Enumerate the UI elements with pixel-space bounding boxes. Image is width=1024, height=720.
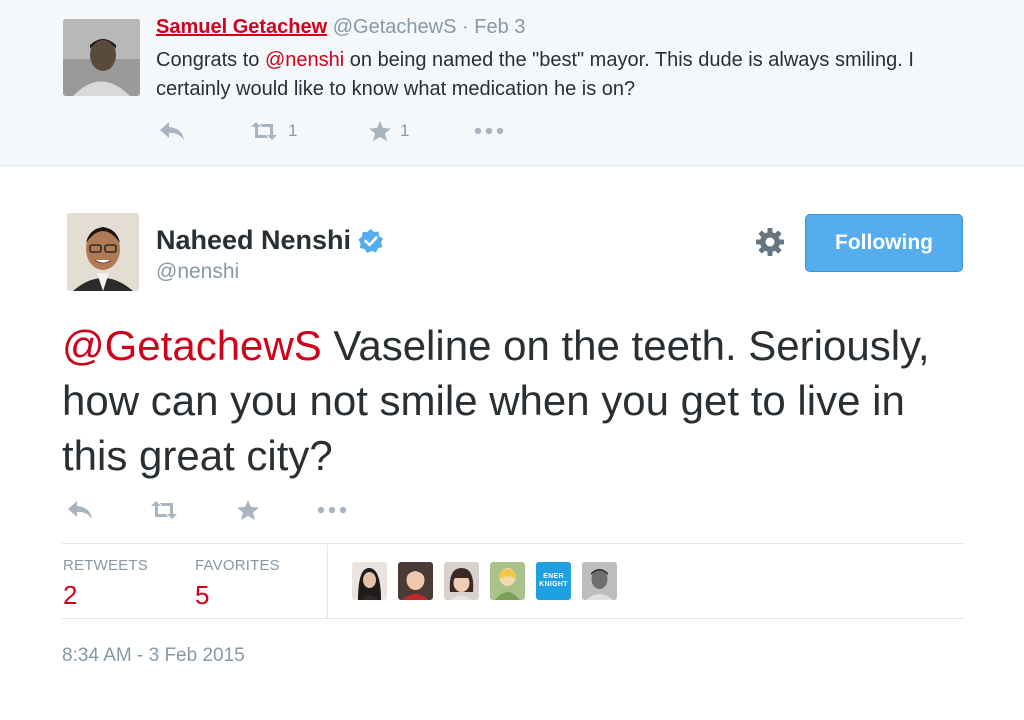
tweet-mention-link[interactable]: @GetachewS: [62, 322, 322, 369]
favoriter-avatar-2[interactable]: [398, 562, 433, 600]
reply-more-button[interactable]: [473, 126, 505, 136]
tweet-more-button[interactable]: [316, 505, 348, 515]
stats-bottom-divider: [62, 618, 964, 619]
tweet-actions: [66, 499, 348, 521]
reply-icon: [66, 499, 94, 521]
reply-text: Congrats to @nenshi on being named the "…: [156, 46, 976, 104]
reply-favorite-count: 1: [400, 121, 410, 140]
following-button[interactable]: Following: [805, 214, 963, 272]
retweet-icon: [148, 499, 180, 521]
reply-header: Samuel Getachew @GetachewS · Feb 3: [156, 16, 525, 39]
main-author-name-row: Naheed Nenshi: [156, 225, 384, 256]
favoriter-avatar-5-logo-text: ENER KNIGHT: [539, 573, 568, 588]
reply-reply-button[interactable]: [158, 120, 248, 142]
tweet-retweet-button[interactable]: [148, 499, 236, 521]
stats-separator: [327, 545, 328, 618]
reply-author-handle[interactable]: @GetachewS: [333, 16, 457, 38]
parent-tweet[interactable]: Samuel Getachew @GetachewS · Feb 3 Congr…: [0, 0, 1024, 166]
more-icon: [316, 505, 348, 515]
stats-top-divider: [62, 543, 964, 544]
reply-date[interactable]: Feb 3: [474, 16, 525, 38]
gear-icon[interactable]: [755, 227, 785, 257]
more-icon: [473, 126, 505, 136]
favoriter-avatar-6[interactable]: [582, 562, 617, 600]
favorite-icon: [368, 120, 392, 142]
reply-icon: [158, 120, 186, 142]
favoriter-avatar-5[interactable]: ENER KNIGHT: [536, 562, 571, 600]
favorite-icon: [236, 499, 260, 521]
reply-text-before: Congrats to: [156, 49, 265, 71]
reply-author-name[interactable]: Samuel Getachew: [156, 16, 327, 38]
reply-mention-link[interactable]: @nenshi: [265, 49, 344, 71]
reply-actions: 1 1: [158, 120, 505, 142]
favoriter-avatar-3[interactable]: [444, 562, 479, 600]
main-author-name[interactable]: Naheed Nenshi: [156, 225, 351, 256]
favoriter-avatar-4[interactable]: [490, 562, 525, 600]
retweets-count[interactable]: 2: [63, 580, 77, 611]
tweet-favorite-button[interactable]: [236, 499, 316, 521]
reply-retweet-button[interactable]: 1: [248, 120, 368, 142]
retweet-icon: [248, 120, 280, 142]
main-author-avatar[interactable]: [67, 213, 139, 291]
favoriter-avatar-1[interactable]: [352, 562, 387, 600]
reply-favorite-button[interactable]: 1: [368, 120, 473, 142]
reply-separator: ·: [462, 16, 469, 38]
main-author-handle[interactable]: @nenshi: [156, 260, 239, 284]
retweets-label[interactable]: RETWEETS: [63, 557, 148, 574]
favorites-count[interactable]: 5: [195, 580, 209, 611]
reply-author-avatar[interactable]: [63, 19, 140, 96]
tweet-timestamp[interactable]: 8:34 AM - 3 Feb 2015: [62, 645, 245, 667]
verified-icon: [358, 228, 384, 254]
favorites-label[interactable]: FAVORITES: [195, 557, 280, 574]
tweet-reply-button[interactable]: [66, 499, 148, 521]
favoriter-avatars: ENER KNIGHT: [352, 562, 628, 600]
reply-retweet-count: 1: [288, 121, 298, 140]
tweet-text: @GetachewS Vaseline on the teeth. Seriou…: [62, 318, 962, 483]
